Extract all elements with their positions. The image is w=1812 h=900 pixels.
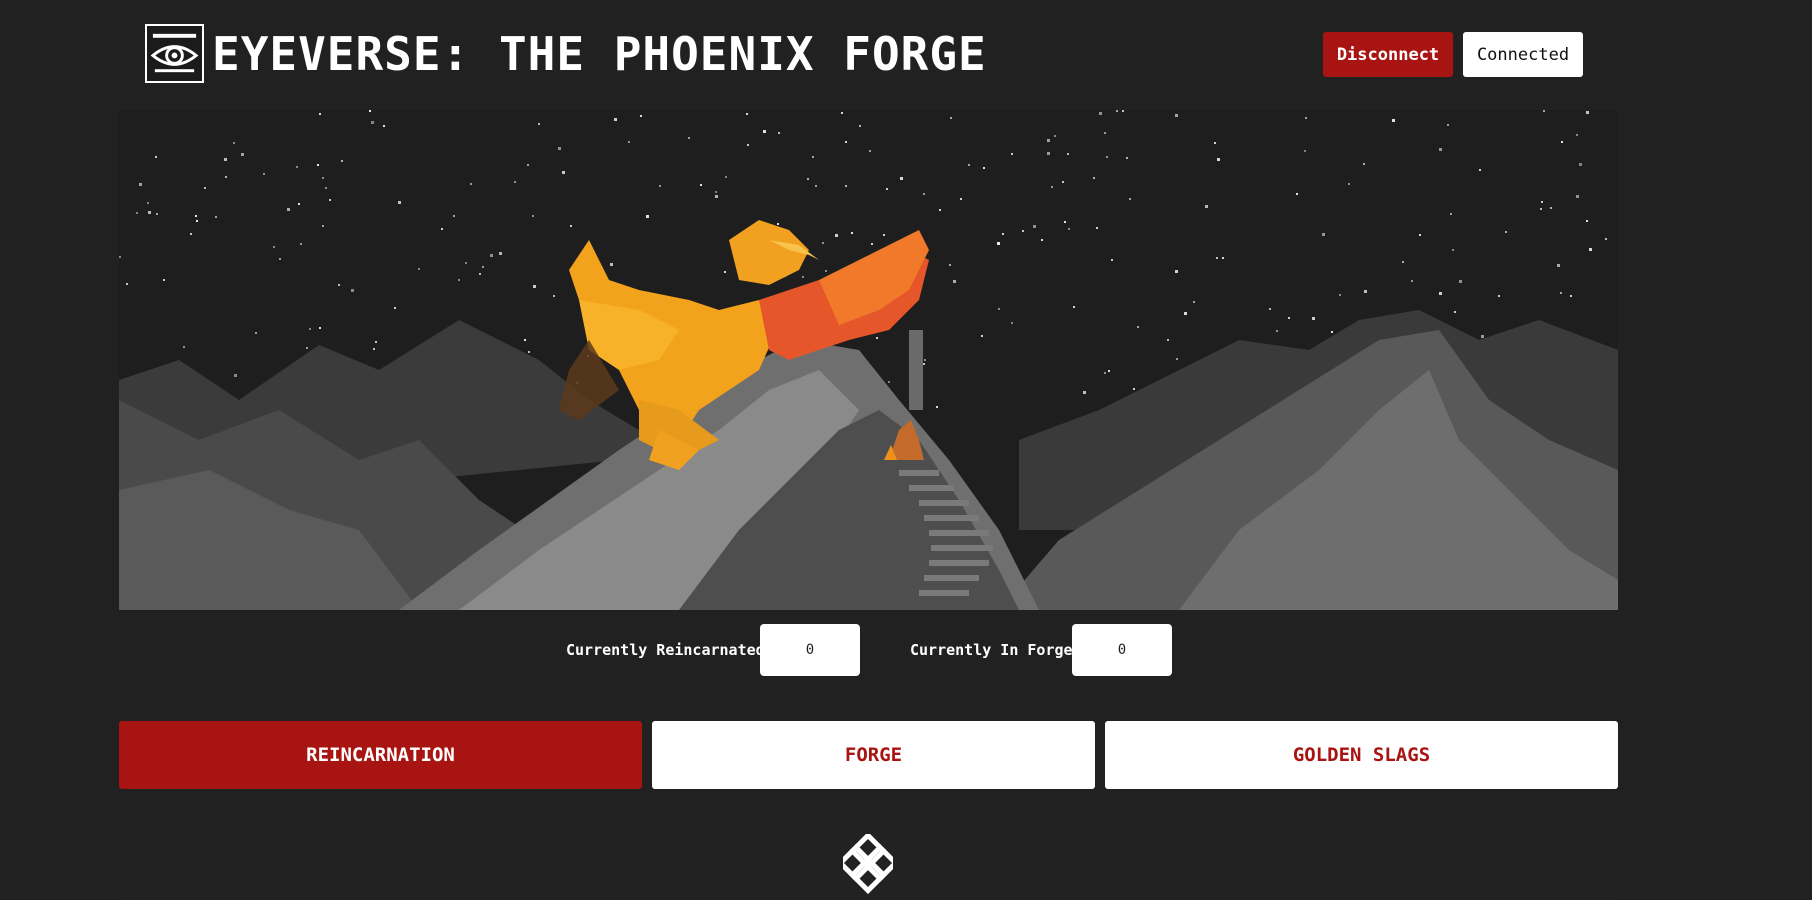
header: EYEVERSE: THE PHOENIX FORGE Disconnect C… (0, 0, 1812, 100)
connected-button[interactable]: Connected (1463, 32, 1583, 77)
in-forge-label: Currently In Forge: (910, 641, 1082, 659)
tab-forge[interactable]: FORGE (652, 721, 1095, 789)
hero-image (119, 110, 1618, 610)
reincarnated-label: Currently Reincarnated: (566, 641, 774, 659)
disconnect-button[interactable]: Disconnect (1323, 32, 1453, 77)
page-title: EYEVERSE: THE PHOENIX FORGE (212, 27, 987, 81)
phoenix-mountain-scene (119, 110, 1618, 610)
reincarnated-count: 0 (760, 624, 860, 676)
tab-golden-slags[interactable]: GOLDEN SLAGS (1105, 721, 1618, 789)
endless-knot-icon (836, 831, 900, 895)
eye-icon[interactable] (145, 24, 204, 83)
in-forge-count: 0 (1072, 624, 1172, 676)
tab-reincarnation[interactable]: REINCARNATION (119, 721, 642, 789)
